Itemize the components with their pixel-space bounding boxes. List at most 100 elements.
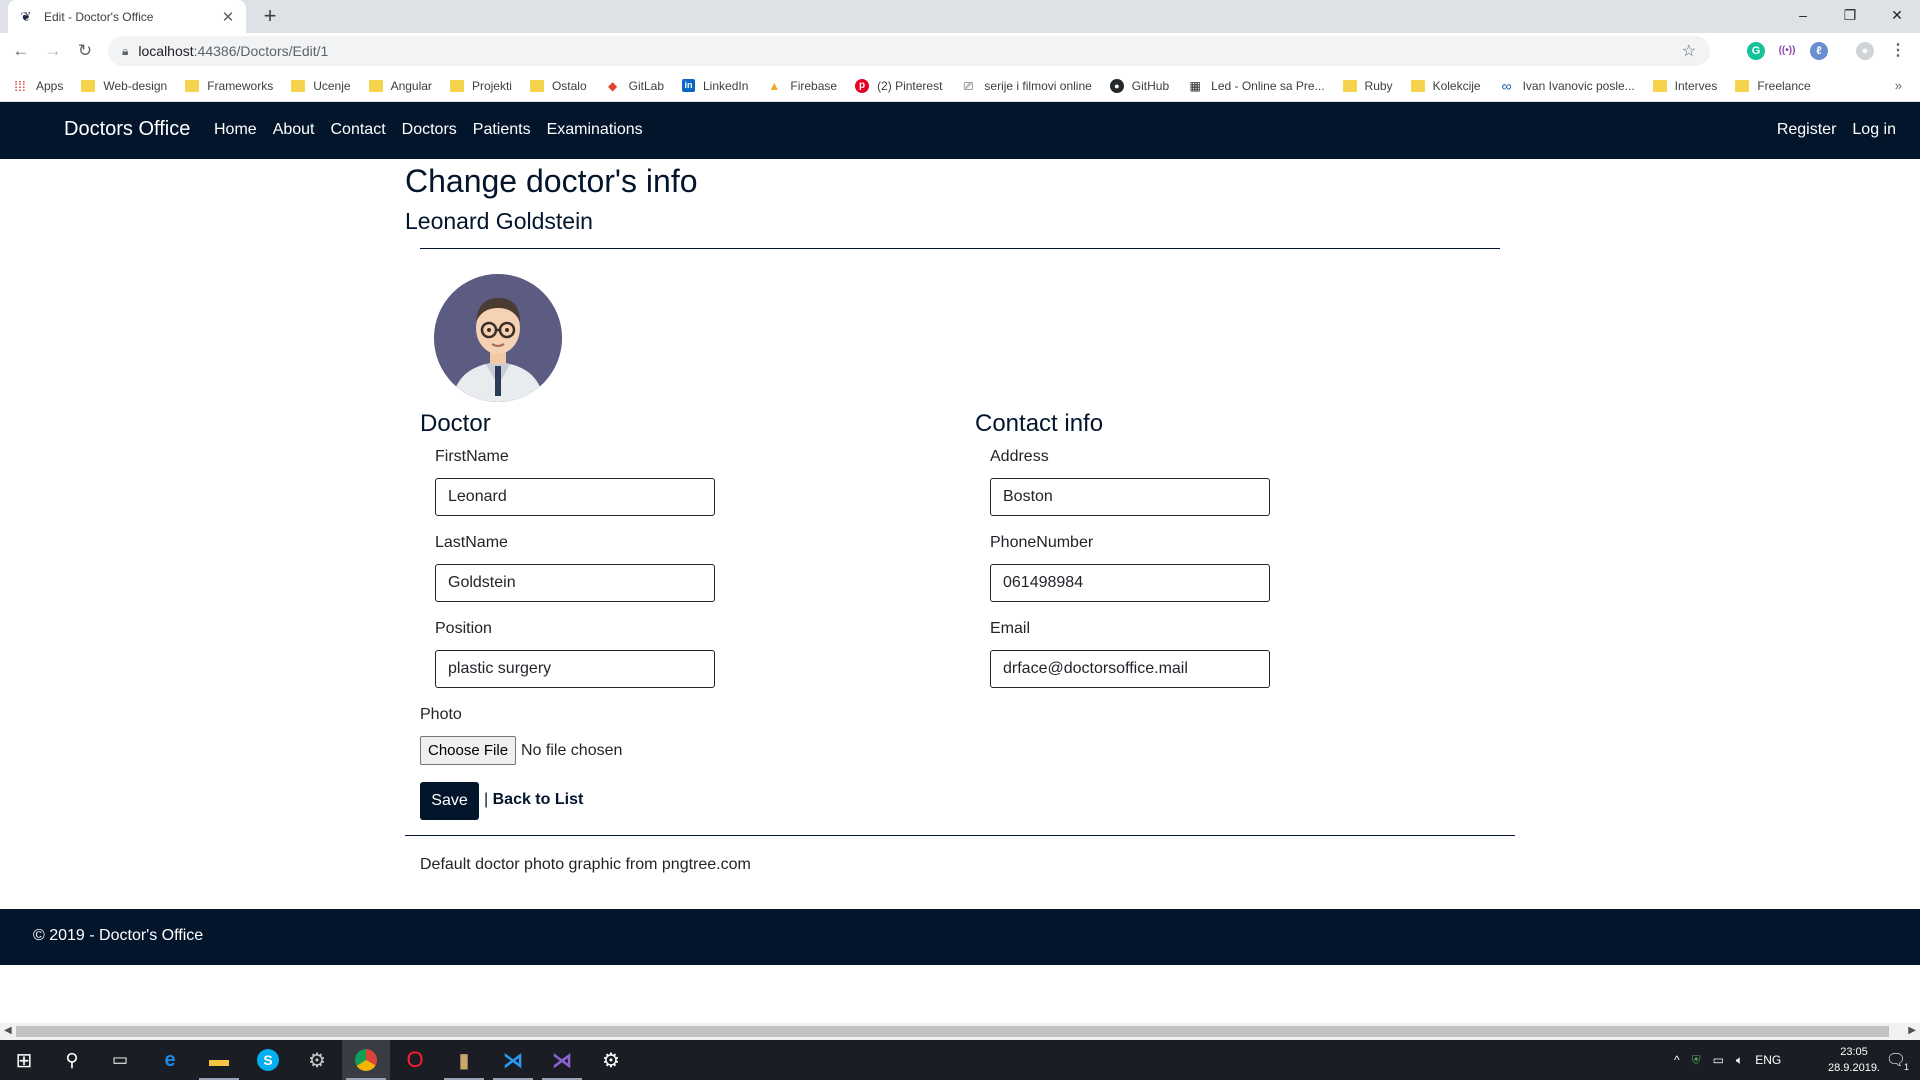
forward-arrow-icon[interactable]: → <box>41 39 65 63</box>
apps-grid-icon: ⁞⁞⁞ <box>14 77 26 94</box>
bookmark-label: Frameworks <box>207 78 274 93</box>
bookmark-ivan[interactable]: ∞ Ivan Ivanovic posle... <box>1499 78 1635 94</box>
opera-icon[interactable]: O <box>391 1040 439 1080</box>
chrome-icon[interactable] <box>342 1040 390 1080</box>
bookmark-angular[interactable]: Angular <box>368 79 432 93</box>
bookmark-web-design[interactable]: Web-design <box>81 79 167 93</box>
horizontal-scrollbar[interactable]: ◀ ▶ <box>0 1023 1920 1040</box>
position-input[interactable] <box>435 650 715 688</box>
footer-copyright: © 2019 - Doctor's Office <box>33 927 204 944</box>
bookmark-label: GitHub <box>1131 78 1170 93</box>
grammarly-extension-icon[interactable]: G <box>1747 42 1765 60</box>
site-footer: © 2019 - Doctor's Office <box>0 909 1920 965</box>
save-button[interactable]: Save <box>420 782 479 820</box>
extension-icon[interactable]: ℓ <box>1810 42 1828 60</box>
skype-icon[interactable]: S <box>244 1040 292 1080</box>
nav-login[interactable]: Log in <box>1852 121 1896 139</box>
brand-link[interactable]: Doctors Office <box>64 118 190 141</box>
last-name-input[interactable] <box>435 564 715 602</box>
email-input[interactable] <box>990 650 1270 688</box>
edge-browser-icon[interactable]: e <box>146 1040 194 1080</box>
nav-patients[interactable]: Patients <box>473 121 531 139</box>
bookmark-ostalo[interactable]: Ostalo <box>529 78 587 93</box>
nav-about[interactable]: About <box>273 121 315 139</box>
scrollbar-thumb[interactable] <box>16 1026 1889 1037</box>
notifications-icon[interactable]: 🗨︎ 1 <box>1872 1040 1920 1080</box>
extension-icon[interactable]: ((•)) <box>1778 42 1796 60</box>
position-label: Position <box>435 620 492 637</box>
linkedin-icon: in <box>682 79 695 92</box>
more-bookmarks-icon[interactable]: » <box>1895 78 1902 93</box>
bookmark-pinterest[interactable]: p (2) Pinterest <box>855 78 942 93</box>
visual-studio-icon[interactable]: ⋊ <box>538 1040 586 1080</box>
bookmark-github[interactable]: ● GitHub <box>1109 78 1170 93</box>
bookmark-label: GitLab <box>628 78 664 93</box>
volume-icon[interactable]: 🔈︎ <box>1736 1053 1743 1068</box>
task-view-icon[interactable]: ▭ <box>96 1040 144 1080</box>
bookmark-ucenje[interactable]: Ucenje <box>291 79 351 93</box>
back-link-container: | Back to List <box>484 791 583 809</box>
bookmarks-bar: ⁞⁞⁞ Apps Web-design Frameworks Ucenje An… <box>0 70 1920 102</box>
reload-icon[interactable]: ↻ <box>73 39 97 63</box>
address-input[interactable] <box>990 478 1270 516</box>
window-close-button[interactable]: ✕ <box>1874 0 1920 30</box>
security-shield-icon[interactable]: ⛨ <box>1692 1053 1701 1068</box>
archive-app-icon[interactable]: ▮ <box>440 1040 488 1080</box>
bookmark-freelance[interactable]: Freelance <box>1735 78 1811 93</box>
back-to-list-link[interactable]: Back to List <box>493 791 584 808</box>
menu-kebab-icon[interactable]: ⋮ <box>1889 42 1907 60</box>
nav-contact[interactable]: Contact <box>331 121 386 139</box>
minimize-button[interactable]: – <box>1780 0 1826 30</box>
last-name-label: LastName <box>435 534 508 551</box>
film-icon: ⎚ <box>963 78 974 93</box>
doctor-name-heading: Leonard Goldstein <box>405 208 593 234</box>
address-bar[interactable]: 🔒︎ localhost:44386/Doctors/Edit/1 ☆ <box>108 36 1710 66</box>
settings-gear-icon[interactable]: ⚙ <box>587 1040 635 1080</box>
bookmark-gitlab[interactable]: ◆ GitLab <box>605 78 664 94</box>
folder-icon <box>1652 79 1667 92</box>
restore-button[interactable]: ❐ <box>1827 0 1873 30</box>
new-tab-button[interactable]: + <box>258 5 282 29</box>
scroll-left-icon[interactable]: ◀ <box>4 1025 12 1036</box>
bookmark-label: Ostalo <box>551 78 587 93</box>
bookmark-star-icon[interactable]: ☆ <box>1682 41 1696 61</box>
bookmark-kolekcije[interactable]: Kolekcije <box>1410 79 1481 93</box>
lock-icon: 🔒︎ <box>122 43 129 58</box>
network-app-icon[interactable]: ⚙ <box>293 1040 341 1080</box>
nav-auth-links: Register Log in <box>1777 121 1896 139</box>
nav-links: Home About Contact Doctors Patients Exam… <box>214 121 643 139</box>
bookmark-led[interactable]: ▦ Led - Online sa Pre... <box>1187 78 1324 94</box>
vscode-icon[interactable]: ⋊ <box>489 1040 537 1080</box>
bookmark-projekti[interactable]: Projekti <box>449 79 512 93</box>
bookmark-linkedin[interactable]: in LinkedIn <box>682 79 748 93</box>
tray-expand-icon[interactable]: ^ <box>1674 1053 1680 1067</box>
phone-input[interactable] <box>990 564 1270 602</box>
url-text[interactable]: localhost:44386/Doctors/Edit/1 <box>138 43 1681 59</box>
scroll-right-icon[interactable]: ▶ <box>1908 1025 1916 1036</box>
bookmark-ruby[interactable]: Ruby <box>1342 79 1393 93</box>
search-icon[interactable]: ⚲ <box>48 1040 96 1080</box>
main-content: Change doctor's info Leonard Goldstein D… <box>405 159 1515 873</box>
back-arrow-icon[interactable]: ← <box>9 39 33 63</box>
profile-avatar-icon[interactable]: ● <box>1856 42 1874 60</box>
network-icon[interactable]: ▭ <box>1713 1053 1724 1067</box>
nav-home[interactable]: Home <box>214 121 257 139</box>
browser-tab[interactable]: ❦ Edit - Doctor's Office ✕ <box>8 0 246 33</box>
bookmark-frameworks[interactable]: Frameworks <box>185 79 273 93</box>
windows-start-icon[interactable]: ⊞ <box>0 1040 48 1080</box>
nav-examinations[interactable]: Examinations <box>547 121 643 139</box>
bookmark-firebase[interactable]: ▲ Firebase <box>766 78 837 94</box>
tab-close-icon[interactable]: ✕ <box>220 8 236 26</box>
doctor-section-title: Doctor <box>420 410 491 437</box>
bookmark-label: Freelance <box>1757 78 1811 93</box>
folder-icon <box>529 79 544 92</box>
bookmark-interves[interactable]: Interves <box>1652 79 1717 93</box>
choose-file-button[interactable]: Choose File <box>420 736 517 765</box>
file-explorer-icon[interactable]: ▬ <box>195 1040 243 1080</box>
nav-doctors[interactable]: Doctors <box>402 121 457 139</box>
nav-register[interactable]: Register <box>1777 121 1837 139</box>
language-indicator[interactable]: ENG <box>1755 1053 1781 1067</box>
bookmark-apps[interactable]: ⁞⁞⁞ Apps <box>12 78 63 94</box>
first-name-input[interactable] <box>435 478 715 516</box>
bookmark-serije[interactable]: ⎚ serije i filmovi online <box>960 78 1092 94</box>
